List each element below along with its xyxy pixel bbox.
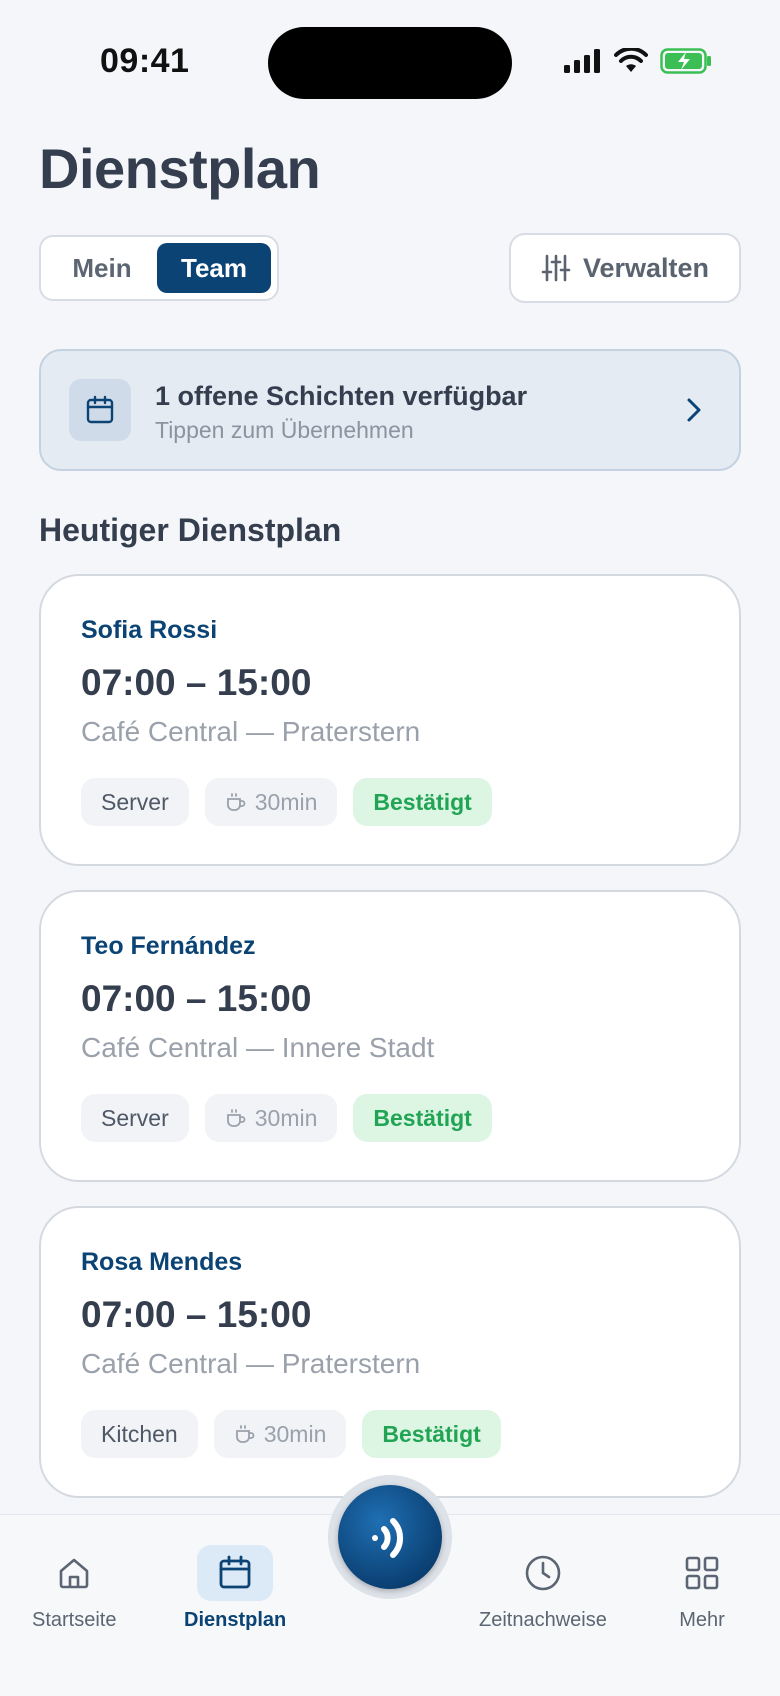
toggle-team-button[interactable]: Team bbox=[157, 243, 271, 293]
battery-charging-icon bbox=[660, 48, 711, 74]
section-title: Heutiger Dienstplan bbox=[39, 512, 342, 548]
shift-card[interactable]: Sofia Rossi 07:00 – 15:00 Café Central —… bbox=[39, 574, 741, 866]
manage-button-label: Verwalten bbox=[582, 252, 710, 283]
shift-tags: Kitchen 30min Bestätigt bbox=[81, 1410, 501, 1458]
banner-subtitle: Tippen zum Übernehmen bbox=[155, 417, 414, 443]
break-duration: 30min bbox=[254, 788, 318, 815]
home-icon bbox=[59, 1558, 89, 1589]
shift-time: 07:00 – 15:00 bbox=[81, 978, 312, 1019]
chevron-right-icon bbox=[687, 398, 701, 422]
break-tag: 30min bbox=[213, 1410, 347, 1458]
tab-label: Mehr bbox=[679, 1609, 725, 1631]
nfc-action-ring bbox=[328, 1475, 452, 1599]
tab-label: Zeitnachweise bbox=[479, 1609, 607, 1631]
wifi-icon bbox=[614, 48, 648, 72]
tab-mehr[interactable]: Mehr bbox=[664, 1545, 740, 1632]
dynamic-island bbox=[268, 27, 512, 99]
employee-name: Sofia Rossi bbox=[81, 616, 218, 644]
status-badge: Bestätigt bbox=[353, 1094, 492, 1142]
status-badge: Bestätigt bbox=[353, 778, 492, 826]
cellular-signal-icon bbox=[564, 49, 600, 73]
break-duration: 30min bbox=[254, 1104, 318, 1131]
toggle-mein-button[interactable]: Mein bbox=[47, 243, 157, 293]
tab-dienstplan[interactable]: Dienstplan bbox=[184, 1545, 286, 1632]
status-badge: Bestätigt bbox=[362, 1410, 501, 1458]
view-toggle: Mein Team bbox=[39, 235, 279, 301]
break-tag: 30min bbox=[204, 1094, 338, 1142]
employee-name: Rosa Mendes bbox=[81, 1248, 243, 1276]
shift-tags: Server 30min Bestätigt bbox=[81, 778, 492, 826]
shift-location: Café Central — Praterstern bbox=[81, 716, 421, 747]
manage-button[interactable]: Verwalten bbox=[509, 233, 741, 303]
shift-tags: Server 30min Bestätigt bbox=[81, 1094, 492, 1142]
shift-time: 07:00 – 15:00 bbox=[81, 1294, 312, 1335]
page-title: Dienstplan bbox=[39, 137, 321, 200]
employee-name: Teo Fernández bbox=[81, 932, 256, 960]
nfc-action-button[interactable] bbox=[338, 1485, 442, 1589]
open-shifts-banner[interactable]: 1 offene Schichten verfügbar Tippen zum … bbox=[39, 349, 741, 471]
banner-icon-container bbox=[69, 379, 131, 441]
role-tag: Kitchen bbox=[81, 1410, 198, 1458]
role-tag: Server bbox=[81, 1094, 189, 1142]
sliders-icon bbox=[541, 254, 571, 282]
break-duration: 30min bbox=[263, 1420, 327, 1447]
role-tag: Server bbox=[81, 778, 189, 826]
coffee-cup-icon bbox=[226, 793, 246, 811]
shift-card[interactable]: Rosa Mendes 07:00 – 15:00 Café Central —… bbox=[39, 1206, 741, 1498]
coffee-cup-icon bbox=[235, 1425, 255, 1443]
shift-location: Café Central — Innere Stadt bbox=[81, 1032, 435, 1063]
grid-icon bbox=[685, 1556, 719, 1590]
calendar-icon bbox=[86, 395, 114, 424]
nfc-icon bbox=[372, 1518, 404, 1558]
tab-startseite[interactable]: Startseite bbox=[32, 1545, 116, 1632]
shift-card[interactable]: Teo Fernández 07:00 – 15:00 Café Central… bbox=[39, 890, 741, 1182]
shift-location: Café Central — Praterstern bbox=[81, 1348, 421, 1379]
status-bar: 09:41 bbox=[0, 0, 780, 120]
clock-icon bbox=[525, 1555, 561, 1591]
status-icons bbox=[564, 48, 712, 74]
tab-zeitnachweise[interactable]: Zeitnachweise bbox=[479, 1545, 607, 1632]
tab-label: Startseite bbox=[32, 1609, 117, 1631]
calendar-icon bbox=[219, 1555, 251, 1589]
tab-label: Dienstplan bbox=[184, 1609, 287, 1631]
shift-time: 07:00 – 15:00 bbox=[81, 662, 312, 703]
coffee-cup-icon bbox=[226, 1109, 246, 1127]
banner-title: 1 offene Schichten verfügbar bbox=[155, 381, 528, 411]
break-tag: 30min bbox=[204, 778, 338, 826]
status-time: 09:41 bbox=[100, 42, 190, 80]
